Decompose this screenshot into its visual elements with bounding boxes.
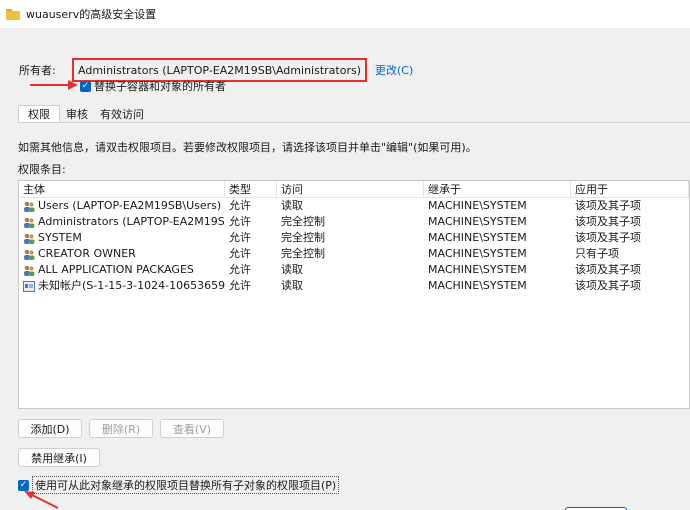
permission-entries-label: 权限条目: bbox=[18, 163, 66, 176]
entry-applies-to: 该项及其子项 bbox=[575, 279, 641, 292]
entry-access: 完全控制 bbox=[281, 231, 325, 244]
title-bar: wuauserv的高级安全设置 bbox=[0, 0, 690, 28]
header-principal[interactable]: 主体 bbox=[19, 181, 225, 198]
disable-inheritance-button[interactable]: 禁用继承(I) bbox=[18, 448, 100, 467]
principal-name: Administrators (LAPTOP-EA2M19SB... bbox=[38, 215, 225, 228]
entry-type: 允许 bbox=[229, 279, 251, 292]
table-row[interactable]: 未知帐户(S-1-15-3-1024-106536593... 允许 读取 MA… bbox=[19, 278, 689, 294]
info-text: 如需其他信息，请双击权限项目。若要修改权限项目，请选择该项目并单击"编辑"(如果… bbox=[18, 141, 477, 154]
table-row[interactable]: Users (LAPTOP-EA2M19SB\Users) 允许 读取 MACH… bbox=[19, 198, 689, 214]
tab-permissions[interactable]: 权限 bbox=[18, 105, 60, 123]
entry-access: 读取 bbox=[281, 279, 303, 292]
entry-type: 允许 bbox=[229, 199, 251, 212]
entry-applies-to: 该项及其子项 bbox=[575, 263, 641, 276]
unknown-account-icon bbox=[23, 280, 35, 292]
principal-name: ALL APPLICATION PACKAGES bbox=[38, 263, 194, 276]
window-title: wuauserv的高级安全设置 bbox=[26, 8, 157, 21]
header-inherited-from[interactable]: 继承于 bbox=[424, 181, 571, 198]
entry-applies-to: 只有子项 bbox=[575, 247, 619, 260]
principal-name: 未知帐户(S-1-15-3-1024-106536593... bbox=[38, 279, 225, 292]
entry-inherited-from: MACHINE\SYSTEM bbox=[428, 215, 527, 228]
users-icon bbox=[24, 217, 35, 228]
replace-child-permissions-option[interactable]: ✓ 使用可从此对象继承的权限项目替换所有子对象的权限项目(P) bbox=[18, 476, 340, 494]
table-row[interactable]: SYSTEM 允许 完全控制 MACHINE\SYSTEM 该项及其子项 bbox=[19, 230, 689, 246]
entry-access: 完全控制 bbox=[281, 215, 325, 228]
list-header: 主体 类型 访问 继承于 应用于 bbox=[19, 181, 689, 198]
users-icon bbox=[24, 249, 35, 260]
tab-effective-access[interactable]: 有效访问 bbox=[94, 107, 150, 123]
tab-strip: 权限 审核 有效访问 bbox=[18, 105, 150, 123]
red-arrow-annotation bbox=[24, 491, 59, 509]
entry-type: 允许 bbox=[229, 215, 251, 228]
add-button[interactable]: 添加(D) bbox=[18, 419, 82, 438]
entry-access: 读取 bbox=[281, 263, 303, 276]
permission-entries-list[interactable]: 主体 类型 访问 继承于 应用于 Users (LAPTOP-EA2M19SB\… bbox=[18, 180, 690, 409]
entry-applies-to: 该项及其子项 bbox=[575, 199, 641, 212]
users-icon bbox=[24, 233, 35, 244]
entry-type: 允许 bbox=[229, 263, 251, 276]
entry-inherited-from: MACHINE\SYSTEM bbox=[428, 247, 527, 260]
replace-owner-checkbox[interactable]: ✓ bbox=[80, 80, 91, 92]
header-applies-to[interactable]: 应用于 bbox=[571, 181, 689, 198]
entry-access: 读取 bbox=[281, 199, 303, 212]
owner-label: 所有者: bbox=[19, 64, 56, 77]
users-icon bbox=[24, 201, 35, 212]
entry-type: 允许 bbox=[229, 231, 251, 244]
entry-inherited-from: MACHINE\SYSTEM bbox=[428, 199, 527, 212]
replace-owner-label: 替换子容器和对象的所有者 bbox=[94, 80, 226, 93]
entry-inherited-from: MACHINE\SYSTEM bbox=[428, 279, 527, 292]
replace-owner-option[interactable]: ✓ 替换子容器和对象的所有者 bbox=[80, 78, 226, 94]
users-icon bbox=[24, 265, 35, 276]
view-button[interactable]: 查看(V) bbox=[160, 419, 224, 438]
header-access[interactable]: 访问 bbox=[277, 181, 424, 198]
entry-access: 完全控制 bbox=[281, 247, 325, 260]
red-arrow-annotation bbox=[30, 80, 78, 90]
table-row[interactable]: CREATOR OWNER 允许 完全控制 MACHINE\SYSTEM 只有子… bbox=[19, 246, 689, 262]
tab-divider bbox=[18, 122, 690, 123]
folder-icon bbox=[6, 8, 20, 20]
dialog-body: 所有者: Administrators (LAPTOP-EA2M19SB\Adm… bbox=[0, 28, 690, 510]
table-row[interactable]: Administrators (LAPTOP-EA2M19SB... 允许 完全… bbox=[19, 214, 689, 230]
principal-name: SYSTEM bbox=[38, 231, 82, 244]
entry-type: 允许 bbox=[229, 247, 251, 260]
entry-inherited-from: MACHINE\SYSTEM bbox=[428, 263, 527, 276]
principal-name: CREATOR OWNER bbox=[38, 247, 136, 260]
entry-applies-to: 该项及其子项 bbox=[575, 215, 641, 228]
change-owner-link[interactable]: 更改(C) bbox=[375, 62, 413, 78]
entry-inherited-from: MACHINE\SYSTEM bbox=[428, 231, 527, 244]
remove-button[interactable]: 删除(R) bbox=[89, 419, 153, 438]
principal-name: Users (LAPTOP-EA2M19SB\Users) bbox=[38, 199, 222, 212]
tab-auditing[interactable]: 审核 bbox=[60, 107, 94, 123]
header-type[interactable]: 类型 bbox=[225, 181, 277, 198]
entry-applies-to: 该项及其子项 bbox=[575, 231, 641, 244]
replace-child-permissions-label: 使用可从此对象继承的权限项目替换所有子对象的权限项目(P) bbox=[32, 476, 340, 494]
table-row[interactable]: ALL APPLICATION PACKAGES 允许 读取 MACHINE\S… bbox=[19, 262, 689, 278]
